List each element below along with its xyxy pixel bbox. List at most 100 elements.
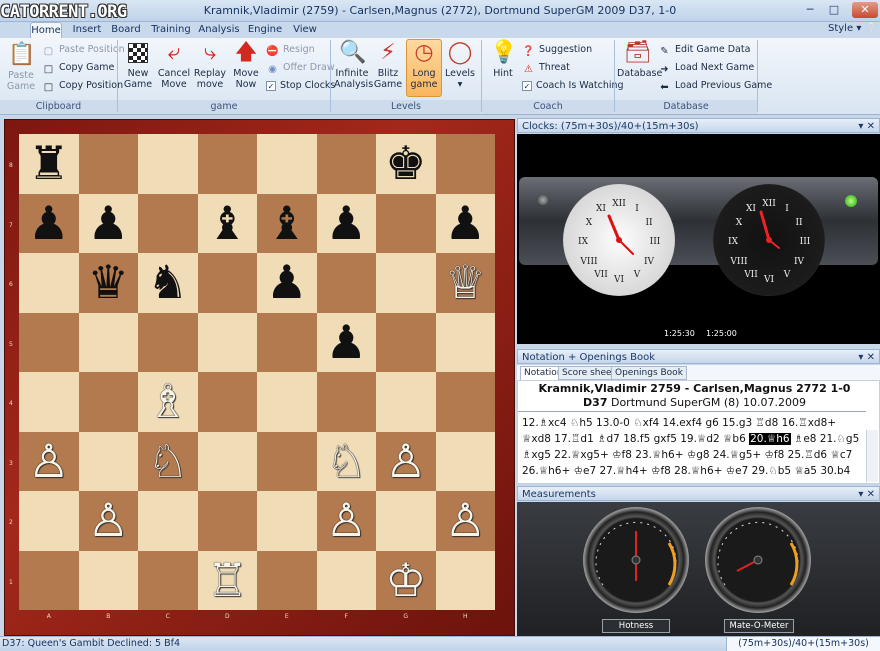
board-square[interactable] [138,491,198,551]
move-line[interactable]: 12.♗xc4 ♘h5 13.0-0 ♘xf4 14.exf4 g6 15.g3… [522,417,864,429]
minimize-button[interactable]: ─ [800,2,820,18]
chess-piece-d1[interactable]: ♖ [198,551,258,611]
board-square[interactable] [138,550,198,610]
board-square[interactable] [376,312,436,372]
close-button[interactable]: ✕ [852,2,878,18]
chess-piece-a7[interactable]: ♟ [19,194,79,254]
stop-clocks-checkbox[interactable]: ✓ Stop Clocks [266,78,335,93]
board-square[interactable] [435,312,495,372]
move-now-button[interactable]: 🡅 Move Now [228,40,264,90]
board-square[interactable] [78,431,138,491]
tab-insert[interactable]: Insert [70,22,104,38]
chess-piece-c6[interactable]: ♞ [138,253,198,313]
database-button[interactable]: 🗃 Database [617,40,662,79]
chess-piece-b2[interactable]: ♙ [79,491,139,551]
board-square[interactable] [257,431,317,491]
paste-position-button[interactable]: ▢ Paste Position [42,42,125,57]
chess-piece-c3[interactable]: ♘ [138,432,198,492]
chessboard[interactable]: ♜ ♚ ♟ ♟ ♝ ♝ ♟ ♟ ♛ ♞ ♟ ♕ ♟ ♗ ♙ ♘ ♘ ♙ ♙ ♙ ♙ ♖ ♔ [19,134,495,610]
board-square[interactable] [257,491,317,551]
chess-piece-h6[interactable]: ♕ [436,253,496,313]
suggestion-button[interactable]: ❓ Suggestion [522,42,592,57]
notation-scrollbar[interactable] [866,430,878,482]
chess-piece-d7[interactable]: ♝ [198,194,258,254]
board-square[interactable] [197,312,257,372]
tab-home[interactable]: Home [30,22,62,38]
chess-piece-c4[interactable]: ♗ [138,372,198,432]
chess-piece-f7[interactable]: ♟ [317,194,377,254]
tab-training[interactable]: Training [150,22,192,38]
chess-piece-g3[interactable]: ♙ [376,432,436,492]
chess-piece-f3[interactable]: ♘ [317,432,377,492]
board-square[interactable] [435,431,495,491]
board-square[interactable] [19,372,79,432]
board-square[interactable] [197,491,257,551]
current-move[interactable]: 20.♕h6 [749,433,791,445]
chess-piece-a8[interactable]: ♜ [19,134,79,194]
move-line[interactable]: ♕xd8 17.♖d1 ♗d7 18.f5 gxf5 19.♕d2 ♕b6 20… [522,433,864,445]
move-line[interactable]: ♗xg5 22.♕xg5+ ♔f8 23.♕h6+ ♔g8 24.♕g5+ ♔f… [522,449,864,461]
board-square[interactable] [138,134,198,194]
board-square[interactable] [376,193,436,253]
threat-button[interactable]: ⚠ Threat [522,60,570,75]
board-square[interactable] [257,134,317,194]
blitz-game-button[interactable]: ⚡ Blitz Game [370,40,406,90]
board-square[interactable] [435,372,495,432]
board-square[interactable] [316,253,376,313]
tab-engine[interactable]: Engine [246,22,284,38]
board-square[interactable] [78,134,138,194]
chess-piece-f2[interactable]: ♙ [317,491,377,551]
tab-score-sheet[interactable]: Score sheet [558,366,620,380]
board-square[interactable] [376,253,436,313]
chess-piece-a3[interactable]: ♙ [19,432,79,492]
board-square[interactable] [138,312,198,372]
board-square[interactable] [435,550,495,610]
chess-piece-e7[interactable]: ♝ [257,194,317,254]
board-square[interactable] [19,550,79,610]
board-square[interactable] [19,491,79,551]
offer-draw-button[interactable]: ◉ Offer Draw [266,60,334,75]
board-square[interactable] [257,550,317,610]
chess-piece-h2[interactable]: ♙ [436,491,496,551]
board-square[interactable] [316,550,376,610]
panel-close-icon[interactable]: ▾ ✕ [858,487,875,502]
chess-piece-b7[interactable]: ♟ [79,194,139,254]
style-menu[interactable]: Style ▾ [828,23,861,34]
board-square[interactable] [257,312,317,372]
board-square[interactable] [78,550,138,610]
panel-close-icon[interactable]: ▾ ✕ [858,119,875,134]
board-square[interactable] [197,372,257,432]
chess-piece-b6[interactable]: ♛ [79,253,139,313]
maximize-button[interactable]: □ [824,2,844,18]
new-game-button[interactable]: New Game [120,40,156,90]
board-square[interactable] [78,372,138,432]
board-square[interactable] [316,134,376,194]
board-square[interactable] [257,372,317,432]
copy-game-button[interactable]: □ Copy Game [42,60,115,75]
board-square[interactable] [19,253,79,313]
board-square[interactable] [78,312,138,372]
chess-piece-f5[interactable]: ♟ [317,313,377,373]
board-square[interactable] [197,253,257,313]
tab-view[interactable]: View [290,22,320,38]
board-square[interactable] [376,491,436,551]
load-previous-game-button[interactable]: ⬅ Load Previous Game [658,78,772,93]
board-square[interactable] [138,193,198,253]
board-square[interactable] [316,372,376,432]
tab-board[interactable]: Board [110,22,142,38]
cancel-move-button[interactable]: ⤶ Cancel Move [156,40,192,90]
board-square[interactable] [376,372,436,432]
levels-dropdown[interactable]: ◯ Levels ▾ [442,40,478,90]
long-game-button[interactable]: ◷ Long game [406,39,442,97]
chess-piece-g1[interactable]: ♔ [376,551,436,611]
hint-button[interactable]: 💡 Hint [486,40,520,79]
chess-piece-g8[interactable]: ♚ [376,134,436,194]
infinite-analysis-button[interactable]: 🔍 Infinite Analysis [334,40,373,90]
paste-game-button[interactable]: 📋 Paste Game [3,42,39,92]
board-square[interactable] [19,312,79,372]
help-icon[interactable]: ❔ [866,23,878,34]
copy-position-button[interactable]: □ Copy Position [42,78,123,93]
move-line[interactable]: 26.♕h6+ ♔e7 27.♕h4+ ♔f8 28.♕h6+ ♔e7 29.♘… [522,465,864,477]
board-square[interactable] [197,134,257,194]
board-square[interactable] [197,431,257,491]
